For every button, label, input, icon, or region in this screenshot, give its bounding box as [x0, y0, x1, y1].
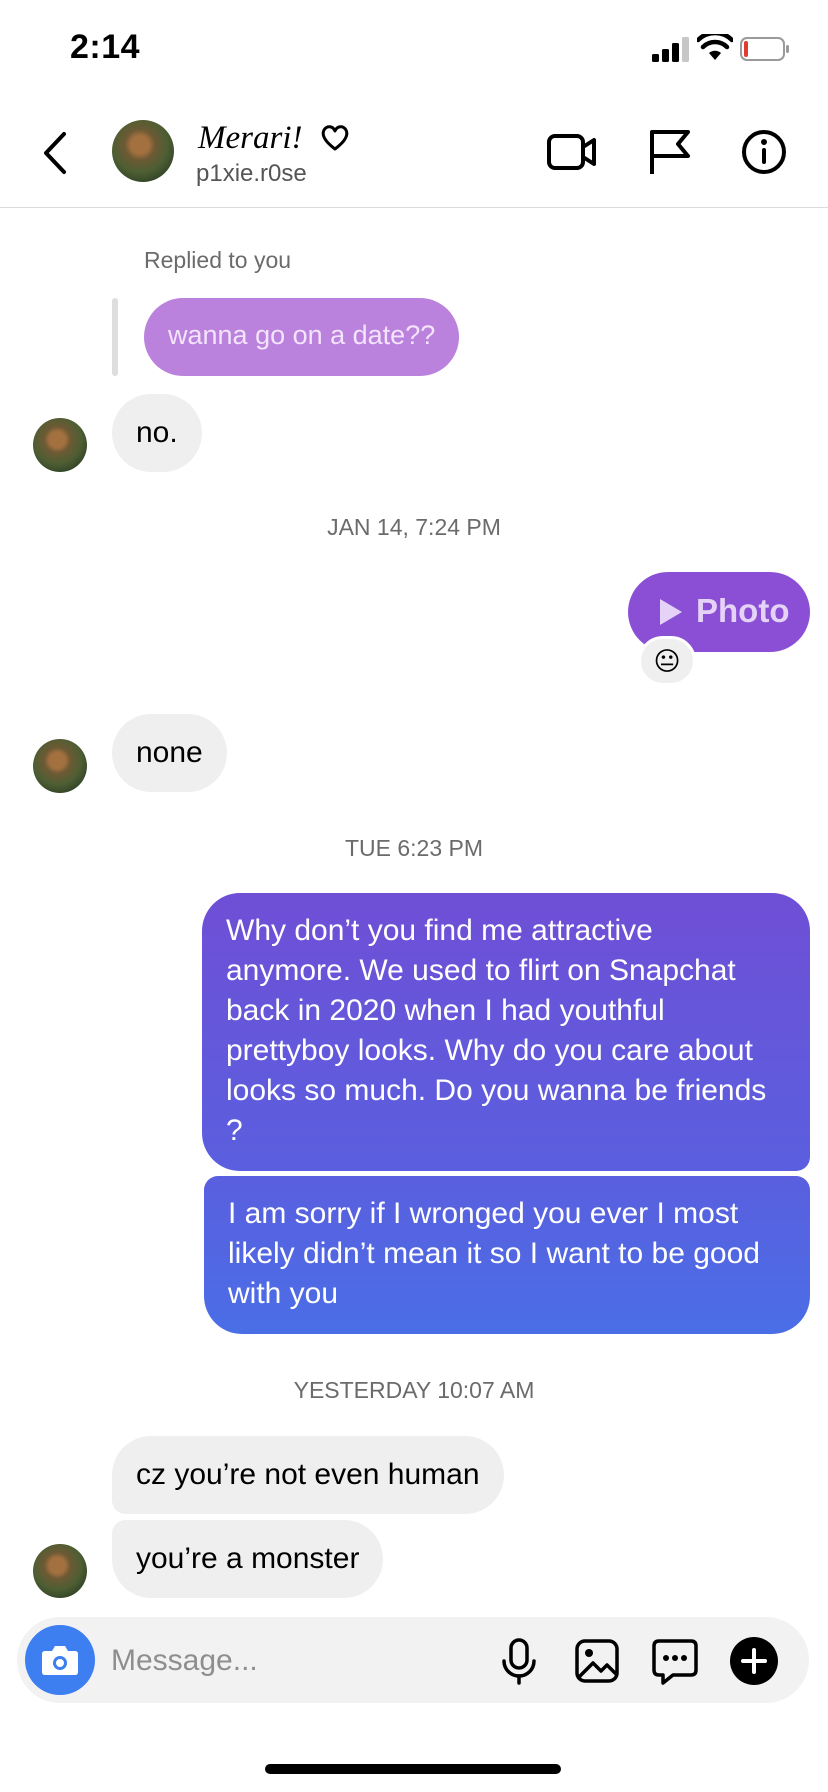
contact-avatar[interactable]: [112, 120, 174, 182]
battery-icon: [740, 37, 789, 61]
avatar[interactable]: [33, 418, 87, 472]
back-icon[interactable]: [38, 128, 74, 178]
video-call-icon[interactable]: [546, 128, 598, 176]
timestamp: JAN 14, 7:24 PM: [327, 514, 501, 540]
incoming-message[interactable]: no.: [112, 394, 202, 472]
gallery-icon[interactable]: [573, 1637, 621, 1685]
avatar[interactable]: [33, 739, 87, 793]
chat-header: Merari! p1xie.r0se: [0, 100, 828, 208]
message-composer: [17, 1617, 809, 1703]
play-icon: [660, 599, 682, 625]
flag-icon[interactable]: [646, 128, 698, 176]
incoming-message[interactable]: you’re a monster: [112, 1520, 384, 1598]
wifi-icon: [697, 34, 733, 60]
outgoing-message[interactable]: I am sorry if I wronged you ever I most …: [204, 1176, 810, 1334]
photo-label: Photo: [696, 592, 790, 629]
outgoing-message[interactable]: Why don’t you find me attractive anymore…: [202, 893, 810, 1171]
contact-name[interactable]: Merari!: [198, 120, 302, 157]
reaction-emoji: 😐: [653, 646, 681, 676]
replied-label: Replied to you: [144, 247, 292, 273]
incoming-message[interactable]: none: [112, 714, 227, 792]
microphone-icon[interactable]: [495, 1637, 543, 1685]
camera-icon: [42, 1646, 78, 1675]
contact-username[interactable]: p1xie.r0se: [196, 160, 307, 188]
avatar[interactable]: [33, 1544, 87, 1598]
status-time: 2:14: [70, 28, 141, 66]
plus-button[interactable]: [730, 1637, 778, 1685]
camera-button[interactable]: [25, 1625, 95, 1695]
heart-icon: [321, 125, 349, 151]
info-icon[interactable]: [738, 128, 790, 176]
status-bar: 2:14: [0, 0, 828, 100]
sticker-icon[interactable]: [651, 1637, 699, 1685]
timestamp: TUE 6:23 PM: [344, 835, 484, 861]
home-indicator: [265, 1764, 561, 1774]
timestamp: YESTERDAY 10:07 AM: [293, 1377, 535, 1403]
reply-quote-bubble[interactable]: wanna go on a date??: [144, 298, 460, 376]
plus-icon: [741, 1648, 767, 1674]
message-input[interactable]: [109, 1631, 503, 1691]
signal-icon: [652, 37, 689, 62]
reply-indicator: [112, 298, 118, 376]
reaction-badge[interactable]: 😐: [638, 636, 696, 686]
incoming-message[interactable]: cz you’re not even human: [112, 1436, 504, 1514]
